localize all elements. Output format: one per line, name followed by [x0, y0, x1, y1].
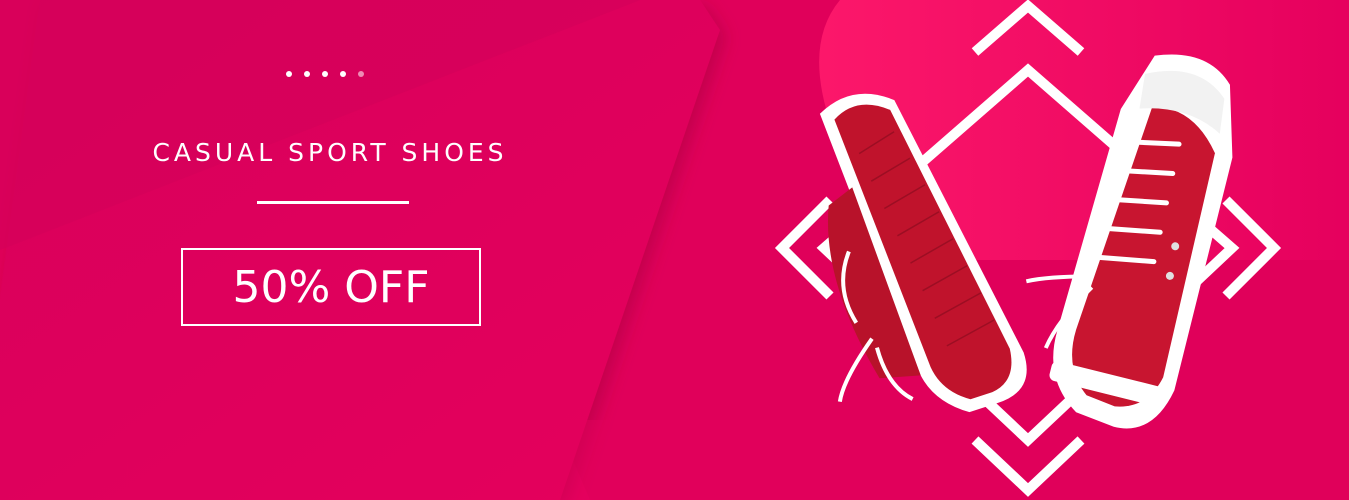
slider-dot[interactable] [340, 71, 346, 77]
slider-dot[interactable] [358, 71, 364, 77]
slider-dot[interactable] [322, 71, 328, 77]
slider-dots [286, 71, 364, 77]
slider-dot[interactable] [304, 71, 310, 77]
red-sneakers-icon [774, 0, 1282, 497]
banner-title: CASUAL SPORT SHOES [152, 138, 508, 167]
promo-banner[interactable]: CASUAL SPORT SHOES 50% OFF [0, 0, 1349, 500]
offer-label: 50% OFF [232, 261, 430, 313]
offer-button[interactable]: 50% OFF [181, 248, 481, 326]
title-divider [257, 201, 409, 204]
slider-dot[interactable] [286, 71, 292, 77]
